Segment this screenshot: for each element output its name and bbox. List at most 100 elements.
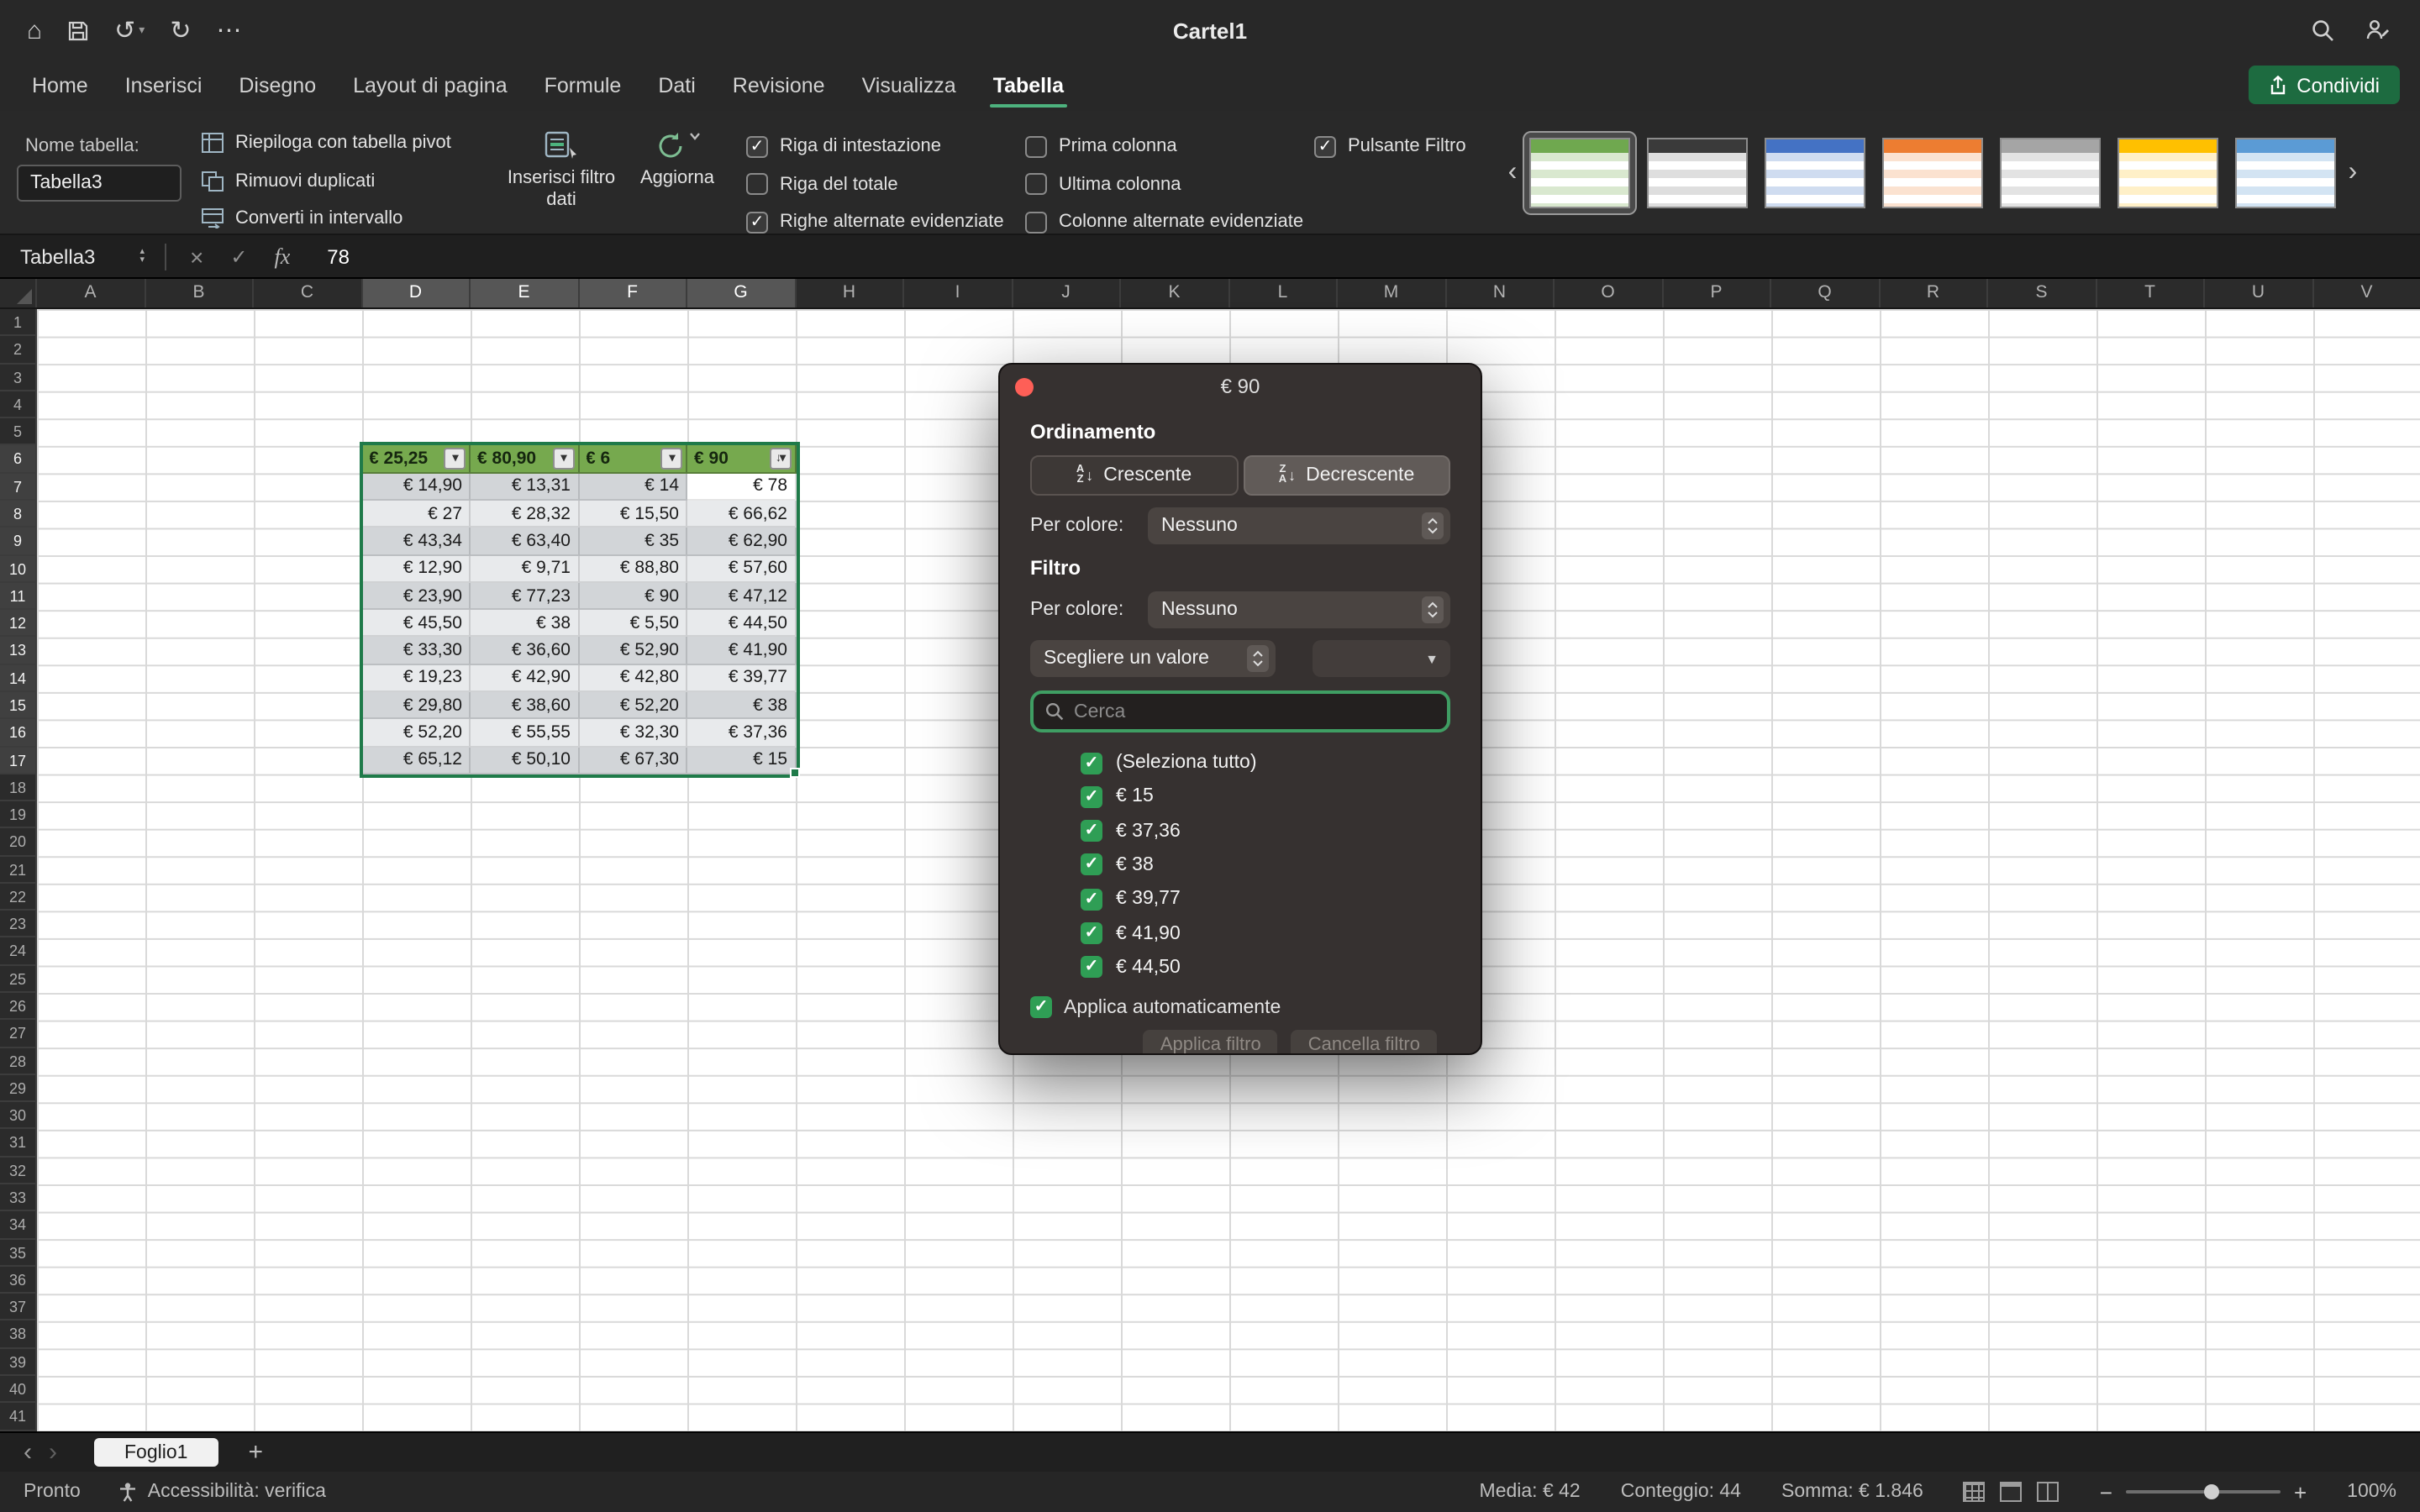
row-header-13[interactable]: 13 (0, 638, 37, 665)
table-cell[interactable]: € 57,60 (687, 555, 796, 583)
row-header-40[interactable]: 40 (0, 1376, 37, 1404)
filter-dropdown-button[interactable]: ▾ (552, 448, 574, 470)
user-edit-icon[interactable] (2365, 18, 2390, 42)
table-cell[interactable]: € 42,80 (579, 664, 687, 692)
filter-list-item[interactable]: ✓(Seleziona tutto) (1081, 746, 1450, 780)
zoom-slider-thumb[interactable] (2203, 1484, 2218, 1499)
zoom-in-button[interactable]: + (2294, 1479, 2307, 1504)
cancel-icon[interactable]: × (176, 243, 217, 270)
column-header-Q[interactable]: Q (1771, 279, 1880, 307)
table-style-blue2[interactable] (2230, 133, 2341, 213)
table-name-input[interactable] (17, 165, 182, 202)
tab-visualizza[interactable]: Visualizza (844, 67, 975, 104)
row-header-39[interactable]: 39 (0, 1348, 37, 1376)
search-icon[interactable] (2311, 18, 2334, 42)
column-header-F[interactable]: F (579, 279, 687, 307)
column-header-A[interactable]: A (37, 279, 145, 307)
column-header-V[interactable]: V (2313, 279, 2420, 307)
normal-view-icon[interactable] (1964, 1482, 1986, 1502)
row-header-22[interactable]: 22 (0, 884, 37, 911)
column-header-N[interactable]: N (1446, 279, 1555, 307)
column-header-B[interactable]: B (145, 279, 254, 307)
table-cell[interactable]: € 88,80 (579, 555, 687, 583)
column-header-L[interactable]: L (1229, 279, 1338, 307)
column-header-K[interactable]: K (1121, 279, 1229, 307)
column-header-D[interactable]: D (362, 279, 471, 307)
summarize-pivot-button[interactable]: Riepiloga con tabella pivot (202, 124, 451, 162)
ribbon-option[interactable]: Prima colonna (1025, 128, 1303, 165)
column-header-U[interactable]: U (2205, 279, 2313, 307)
home-icon[interactable]: ⌂ (27, 18, 42, 43)
filter-list-item[interactable]: ✓€ 44,50 (1081, 950, 1450, 984)
table-cell[interactable]: € 32,30 (579, 720, 687, 748)
table-cell[interactable]: € 14 (579, 473, 687, 501)
row-header-41[interactable]: 41 (0, 1404, 37, 1431)
row-header-25[interactable]: 25 (0, 966, 37, 994)
table-cell[interactable]: € 52,20 (579, 692, 687, 720)
row-header-11[interactable]: 11 (0, 583, 37, 611)
row-header-30[interactable]: 30 (0, 1102, 37, 1130)
column-header-T[interactable]: T (2096, 279, 2205, 307)
row-header-20[interactable]: 20 (0, 829, 37, 857)
row-header-23[interactable]: 23 (0, 911, 37, 938)
table-cell[interactable]: € 35 (579, 528, 687, 556)
row-header-27[interactable]: 27 (0, 1021, 37, 1048)
tab-revisione[interactable]: Revisione (714, 67, 844, 104)
gallery-prev-button[interactable]: ‹ (1501, 158, 1524, 188)
table-cell[interactable]: € 33,30 (362, 638, 471, 665)
table-cell[interactable]: € 62,90 (687, 528, 796, 556)
clear-filter-button[interactable]: Cancella filtro (1292, 1030, 1437, 1055)
table-cell[interactable]: € 5,50 (579, 610, 687, 638)
table-cell[interactable]: € 15 (687, 747, 796, 774)
tab-tabella[interactable]: Tabella (975, 67, 1082, 104)
table-cell[interactable]: € 15,50 (579, 501, 687, 528)
table-cell[interactable]: € 38 (687, 692, 796, 720)
row-header-31[interactable]: 31 (0, 1130, 37, 1158)
add-sheet-button[interactable]: + (248, 1438, 263, 1467)
row-header-1[interactable]: 1 (0, 309, 37, 337)
row-header-34[interactable]: 34 (0, 1212, 37, 1240)
column-header-E[interactable]: E (471, 279, 579, 307)
save-icon[interactable] (67, 19, 89, 41)
table-cell[interactable]: € 19,23 (362, 664, 471, 692)
row-header-7[interactable]: 7 (0, 473, 37, 501)
sort-descending-button[interactable]: ZA↓ Decrescente (1243, 455, 1450, 496)
column-header-R[interactable]: R (1880, 279, 1988, 307)
table-style-blue[interactable] (1760, 133, 1870, 213)
table-cell[interactable]: € 67,30 (579, 747, 687, 774)
formula-input[interactable]: 78 (303, 244, 350, 268)
row-header-19[interactable]: 19 (0, 801, 37, 829)
accessibility-status[interactable]: Accessibilità: verifica (118, 1482, 326, 1502)
filter-list-item[interactable]: ✓€ 41,90 (1081, 916, 1450, 951)
row-header-18[interactable]: 18 (0, 774, 37, 802)
table-cell[interactable]: € 50,10 (471, 747, 579, 774)
table-cell[interactable]: € 43,34 (362, 528, 471, 556)
row-header-32[interactable]: 32 (0, 1157, 37, 1184)
apply-filter-button[interactable]: Applica filtro (1144, 1030, 1278, 1055)
table-cell[interactable]: € 78 (687, 473, 796, 501)
row-header-15[interactable]: 15 (0, 692, 37, 720)
table-cell[interactable]: € 44,50 (687, 610, 796, 638)
row-header-5[interactable]: 5 (0, 418, 37, 446)
row-header-35[interactable]: 35 (0, 1239, 37, 1267)
refresh-button[interactable]: Aggiorna (629, 131, 726, 189)
ribbon-option[interactable]: ✓Riga di intestazione (746, 128, 1004, 165)
page-layout-view-icon[interactable] (2001, 1482, 2023, 1502)
table-cell[interactable]: € 37,36 (687, 720, 796, 748)
ribbon-option[interactable]: ✓Pulsante Filtro (1314, 128, 1466, 165)
select-all-corner[interactable] (0, 279, 37, 307)
row-header-3[interactable]: 3 (0, 364, 37, 391)
undo-icon[interactable]: ↺▾ (114, 18, 145, 43)
table-cell[interactable]: € 90 (579, 583, 687, 611)
table-style-yellow[interactable] (2112, 133, 2223, 213)
filter-dropdown-button[interactable]: ▾ (660, 448, 682, 470)
sheet-prev-icon[interactable]: ‹ (24, 1440, 32, 1465)
table-cell[interactable]: € 14,90 (362, 473, 471, 501)
filter-list-item[interactable]: ✓€ 15 (1081, 780, 1450, 815)
tab-dati[interactable]: Dati (639, 67, 713, 104)
column-header-P[interactable]: P (1663, 279, 1771, 307)
tab-disegno[interactable]: Disegno (220, 67, 334, 104)
row-header-28[interactable]: 28 (0, 1047, 37, 1075)
table-cell[interactable]: € 47,12 (687, 583, 796, 611)
gallery-next-button[interactable]: › (2341, 158, 2365, 188)
